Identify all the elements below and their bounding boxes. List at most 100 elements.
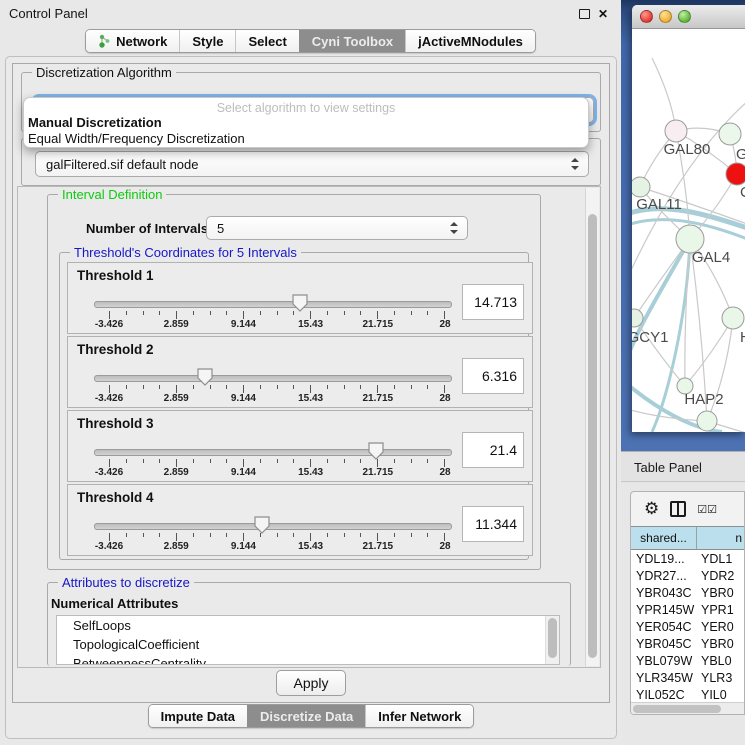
gear-icon[interactable]: ⚙ xyxy=(644,501,659,518)
table-panel: ⚙ ☑☑ shared... n YDL19...YDL1YDR27...YDR… xyxy=(621,483,745,745)
column-header-name[interactable]: n xyxy=(697,527,744,549)
network-node[interactable] xyxy=(722,307,744,329)
tick-mark xyxy=(310,533,311,541)
slider-thumb[interactable] xyxy=(254,516,270,534)
table-row[interactable]: YPR145WYPR1 xyxy=(631,601,744,618)
scrollbar-thumb[interactable] xyxy=(633,705,721,713)
table-row[interactable]: YIL052CYIL0 xyxy=(631,686,744,703)
tick-mark xyxy=(344,533,345,537)
tick-mark xyxy=(260,385,261,389)
numerical-attributes-list: SelfLoops TopologicalCoefficient Between… xyxy=(56,615,560,665)
network-node[interactable] xyxy=(632,177,650,197)
threshold-value-field[interactable] xyxy=(462,506,524,542)
threshold-slider[interactable] xyxy=(94,301,452,308)
tick-mark xyxy=(126,385,127,389)
threshold-value-field[interactable] xyxy=(462,284,524,320)
split-columns-icon[interactable] xyxy=(670,501,686,517)
tick-mark xyxy=(377,533,378,541)
tick-mark xyxy=(327,385,328,389)
list-item[interactable]: BetweennessCentrality xyxy=(57,654,559,665)
list-item[interactable]: TopologicalCoefficient xyxy=(57,635,559,654)
number-of-intervals-combobox[interactable]: 5 xyxy=(206,216,468,240)
tab-impute-data[interactable]: Impute Data xyxy=(149,705,247,727)
network-edge[interactable] xyxy=(685,318,733,386)
tab-select[interactable]: Select xyxy=(235,30,298,52)
network-canvas[interactable]: GAL80GACGAL11GAL4GCY1HHAP2 xyxy=(632,29,745,432)
tab-cyni-toolbox[interactable]: Cyni Toolbox xyxy=(299,30,405,52)
network-window-titlebar[interactable] xyxy=(632,5,745,29)
network-node[interactable] xyxy=(697,411,717,431)
tab-discretize-data[interactable]: Discretize Data xyxy=(247,705,365,727)
tab-style[interactable]: Style xyxy=(179,30,235,52)
zoom-traffic-light[interactable] xyxy=(678,10,691,23)
minimize-traffic-light[interactable] xyxy=(659,10,672,23)
close-icon[interactable]: ✕ xyxy=(598,7,608,21)
node-label: H xyxy=(740,329,745,346)
float-window-icon[interactable] xyxy=(579,9,590,19)
scrollbar-thumb[interactable] xyxy=(548,618,557,658)
tick-label: 9.144 xyxy=(231,319,256,330)
tick-mark xyxy=(427,385,428,389)
threshold-value-field[interactable] xyxy=(462,358,524,394)
tick-mark xyxy=(176,459,177,467)
tab-jactivemnodules[interactable]: jActiveMNodules xyxy=(405,30,535,52)
table-cell: YBR043C xyxy=(631,586,697,600)
select-columns-icon[interactable]: ☑☑ xyxy=(697,503,717,516)
tick-mark xyxy=(226,385,227,389)
scrollbar-thumb[interactable] xyxy=(588,214,597,658)
group-title: Attributes to discretize xyxy=(58,575,194,590)
node-label: GAL80 xyxy=(664,141,711,158)
slider-thumb[interactable] xyxy=(197,368,213,386)
table-row[interactable]: YDR27...YDR2 xyxy=(631,567,744,584)
dropdown-option-equal-width[interactable]: Equal Width/Frequency Discretization xyxy=(28,131,245,146)
top-tab-bar: Network Style Select Cyni Toolbox jActiv… xyxy=(0,29,621,53)
network-edge[interactable] xyxy=(652,58,676,131)
list-scrollbar[interactable] xyxy=(545,616,559,664)
tick-label: 21.715 xyxy=(363,541,394,552)
column-header-shared-name[interactable]: shared... xyxy=(631,527,697,549)
tick-mark xyxy=(159,385,160,389)
apply-button[interactable]: Apply xyxy=(276,670,346,696)
table-row[interactable]: YER054CYER0 xyxy=(631,618,744,635)
tick-mark xyxy=(377,311,378,319)
tick-mark xyxy=(126,459,127,463)
slider-thumb[interactable] xyxy=(292,294,308,312)
tick-label: 9.144 xyxy=(231,393,256,404)
list-item[interactable]: SelfLoops xyxy=(57,616,559,635)
table-row[interactable]: YBR043CYBR0 xyxy=(631,584,744,601)
tick-mark xyxy=(193,311,194,315)
tab-label: Style xyxy=(192,34,223,49)
tick-label: 2.859 xyxy=(164,467,189,478)
settings-scrollbar[interactable] xyxy=(585,188,599,666)
tick-mark xyxy=(444,385,445,393)
network-node[interactable] xyxy=(665,120,687,142)
table-row[interactable]: YBL079WYBL0 xyxy=(631,652,744,669)
dropdown-option-manual-discretization[interactable]: Manual Discretization xyxy=(28,115,162,130)
slider-ticks xyxy=(109,385,445,393)
tick-mark xyxy=(260,311,261,315)
tick-label: -3.426 xyxy=(95,319,123,330)
table-row[interactable]: YDL19...YDL1 xyxy=(631,550,744,567)
table-row[interactable]: YLR345WYLR3 xyxy=(631,669,744,686)
slider-thumb[interactable] xyxy=(368,442,384,460)
network-node[interactable] xyxy=(726,163,745,185)
group-title: Threshold's Coordinates for 5 Intervals xyxy=(70,245,301,260)
threshold-slider[interactable] xyxy=(94,523,452,530)
table-cell: YER0 xyxy=(697,620,744,634)
network-edge[interactable] xyxy=(634,239,690,318)
tick-label: 2.859 xyxy=(164,393,189,404)
tick-mark xyxy=(210,533,211,537)
threshold-slider[interactable] xyxy=(94,375,452,382)
close-traffic-light[interactable] xyxy=(640,10,653,23)
tick-mark xyxy=(277,385,278,389)
slider-ticks xyxy=(109,533,445,541)
tab-infer-network[interactable]: Infer Network xyxy=(365,705,473,727)
table-row[interactable]: YBR045CYBR0 xyxy=(631,635,744,652)
tab-network[interactable]: Network xyxy=(86,30,179,52)
table-data-combobox[interactable]: galFiltered.sif default node xyxy=(35,151,589,177)
threshold-value-field[interactable] xyxy=(462,432,524,468)
table-horizontal-scrollbar[interactable] xyxy=(631,702,744,714)
tick-mark xyxy=(193,533,194,537)
threshold-slider[interactable] xyxy=(94,449,452,456)
network-node[interactable] xyxy=(719,123,741,145)
